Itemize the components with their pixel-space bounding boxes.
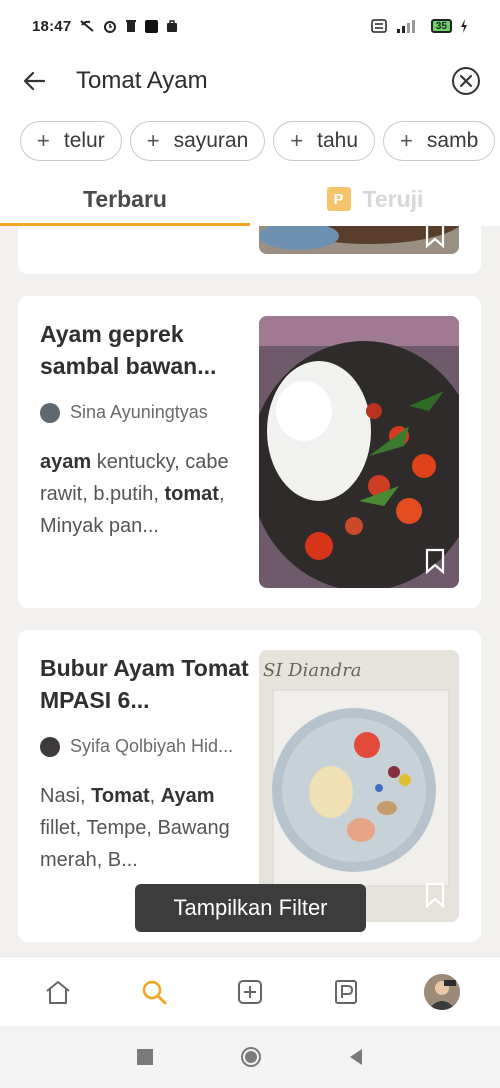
suggestion-chips: + telur + sayuran + tahu + samb — [0, 110, 500, 172]
close-icon — [460, 75, 472, 87]
volte-icon — [371, 19, 387, 33]
author-avatar — [40, 736, 60, 757]
recipe-author[interactable]: Sina Ayuningtyas — [40, 402, 208, 423]
signal-icon — [396, 20, 415, 33]
ingredient-text: fillet, Tempe, Bawang merah, B... — [40, 817, 230, 871]
bag-icon — [167, 20, 178, 32]
plus-icon: + — [290, 128, 304, 153]
profile-avatar — [424, 973, 460, 1010]
plus-icon: + — [146, 128, 160, 153]
result-tabs: Terbaru P Teruji — [0, 172, 500, 226]
plus-icon: + — [37, 128, 50, 153]
nav-premium[interactable] — [321, 967, 371, 1017]
nav-add[interactable] — [225, 967, 275, 1017]
bottom-navigation — [0, 956, 500, 1026]
tab-label: Teruji — [362, 185, 424, 212]
tab-teruji[interactable]: P Teruji — [250, 172, 500, 226]
premium-icon: P — [326, 187, 351, 211]
author-avatar — [40, 402, 60, 423]
tab-label: Terbaru — [83, 185, 167, 212]
recipe-card-previous[interactable] — [18, 226, 481, 274]
recipe-title: Ayam geprek sambal bawan... — [40, 321, 217, 379]
nav-search[interactable] — [129, 967, 179, 1017]
home-icon — [46, 980, 70, 1004]
tab-terbaru[interactable]: Terbaru — [0, 172, 250, 226]
ingredient-highlight: Tomat — [91, 785, 150, 807]
ingredient-highlight: Ayam — [160, 785, 215, 807]
show-filter-button[interactable]: Tampilkan Filter — [135, 884, 366, 932]
recipe-author[interactable]: Syifa Qolbiyah Hid... — [40, 736, 233, 757]
charging-icon — [461, 19, 467, 33]
call-muted-icon — [80, 20, 95, 32]
ingredient-highlight: ayam — [40, 451, 92, 473]
search-icon — [142, 980, 167, 1004]
trash-icon — [126, 20, 137, 32]
ingredient-highlight: tomat — [164, 483, 219, 505]
alarm-icon — [104, 21, 117, 33]
system-icons: 35 — [371, 19, 468, 33]
bookmark-icon[interactable] — [425, 226, 445, 248]
recipe-feed[interactable]: Ayam geprek sambal bawan... Sina Ayuning… — [0, 226, 500, 956]
status-bar: 18:47 35 — [0, 0, 500, 52]
ingredient-text: Nasi, — [40, 785, 92, 807]
search-header — [0, 52, 500, 110]
bookmark-icon[interactable] — [425, 882, 445, 908]
clear-search-button[interactable] — [452, 67, 480, 95]
recipe-thumbnail: SI Diandra — [259, 650, 459, 922]
add-icon — [238, 979, 262, 1004]
back-nav-button[interactable] — [348, 1048, 364, 1066]
chip-sayuran[interactable]: + sayuran — [129, 121, 266, 161]
home-button[interactable] — [240, 1046, 262, 1068]
chip-label: sayuran — [173, 129, 249, 152]
chip-telur[interactable]: + telur — [20, 121, 122, 161]
bookmark-icon[interactable] — [425, 548, 445, 574]
notification-icons — [79, 19, 178, 33]
plus-icon: + — [400, 128, 413, 153]
recents-button[interactable] — [136, 1048, 154, 1066]
author-name: Syifa Qolbiyah Hid... — [70, 736, 234, 756]
recipe-ingredients: Nasi, Tomat, Ayam fillet, Tempe, Bawang … — [40, 780, 252, 876]
chip-label: telur — [63, 129, 105, 152]
chip-label: samb — [426, 129, 479, 152]
recipe-card[interactable]: Ayam geprek sambal bawan... Sina Ayuning… — [18, 296, 481, 608]
search-input[interactable] — [76, 67, 416, 95]
chip-tahu[interactable]: + tahu — [273, 121, 376, 161]
app-notification-icon — [145, 19, 159, 33]
arrow-left-icon — [23, 71, 45, 91]
system-navigation-bar — [0, 1026, 500, 1088]
battery-icon: 35 — [430, 19, 452, 33]
chip-sambal[interactable]: + samb — [383, 121, 496, 161]
nav-home[interactable] — [33, 967, 83, 1017]
back-button[interactable] — [14, 61, 54, 101]
recipe-thumbnail — [259, 316, 459, 588]
status-time: 18:47 — [32, 17, 72, 35]
author-name: Sina Ayuningtyas — [70, 402, 208, 422]
premium-icon — [335, 979, 357, 1004]
nav-profile[interactable] — [417, 967, 467, 1017]
ingredient-text: , — [149, 785, 161, 807]
image-caption: SI Diandra — [263, 660, 362, 681]
chip-label: tahu — [317, 129, 359, 152]
recipe-title: Bubur Ayam Tomat MPASI 6... — [40, 655, 249, 713]
recipe-ingredients: ayam kentucky, cabe rawit, b.putih, toma… — [40, 446, 252, 542]
recipe-thumbnail — [259, 226, 459, 254]
